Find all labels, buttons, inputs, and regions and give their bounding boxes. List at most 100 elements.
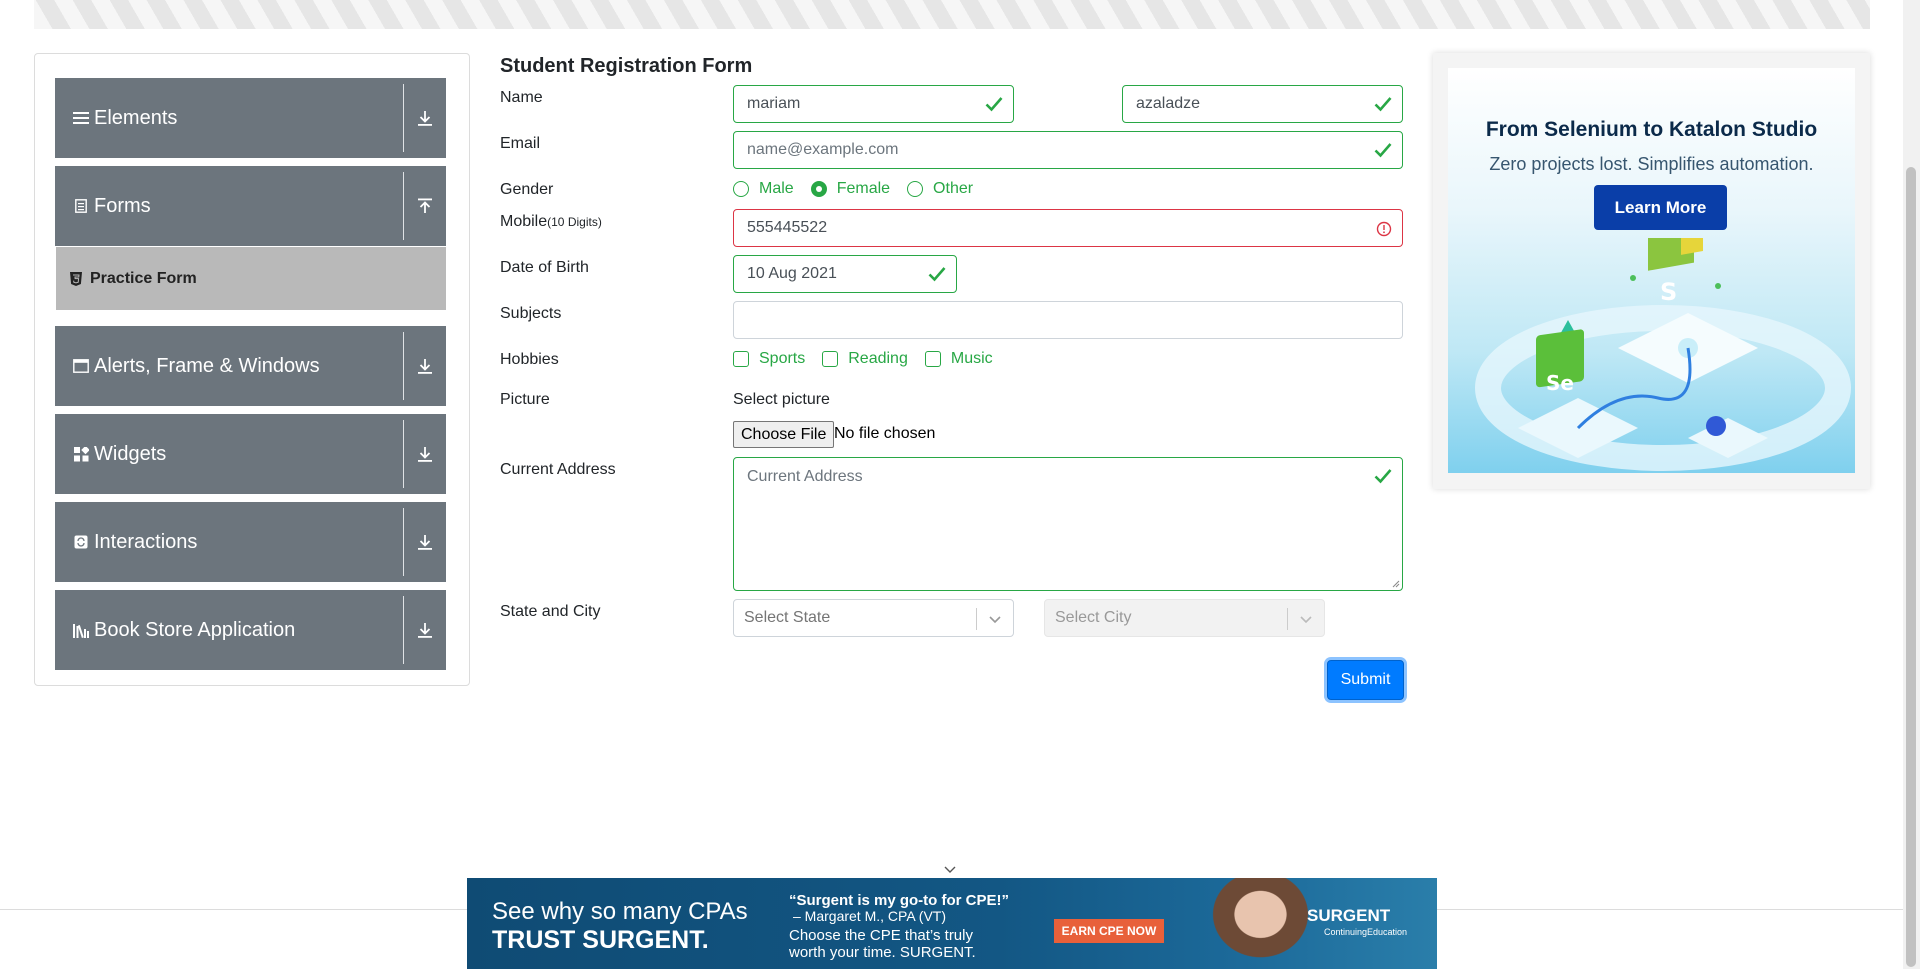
valid-check-icon bbox=[928, 267, 946, 282]
first-name-value: mariam bbox=[747, 95, 801, 112]
gender-option-female[interactable]: Female bbox=[810, 180, 890, 198]
first-name-input[interactable]: mariam bbox=[733, 85, 1014, 123]
ad-line-1: See why so many CPAs bbox=[492, 898, 748, 925]
selenium-badge-se: Se bbox=[1546, 371, 1574, 395]
chevron-down-icon[interactable] bbox=[1298, 611, 1314, 627]
hobby-reading[interactable]: Reading bbox=[822, 350, 908, 368]
email-label: Email bbox=[500, 135, 541, 152]
divider bbox=[1287, 608, 1288, 630]
download-arrow-icon[interactable] bbox=[413, 530, 437, 554]
gender-option-other[interactable]: Other bbox=[907, 180, 973, 198]
address-placeholder: Current Address bbox=[747, 468, 863, 485]
katalon-badge-s: S bbox=[1660, 278, 1677, 306]
choose-file-button[interactable]: Choose File bbox=[733, 421, 835, 448]
submit-button[interactable]: Submit bbox=[1327, 660, 1404, 700]
ad-line-2: TRUST SURGENT. bbox=[492, 926, 709, 954]
sidebar-group-widgets[interactable]: Widgets bbox=[55, 414, 446, 494]
subjects-label: Subjects bbox=[500, 305, 562, 322]
valid-check-icon bbox=[985, 97, 1003, 112]
checkbox-label: Music bbox=[950, 350, 993, 367]
sidebar-item-practice-form[interactable]: Practice Form bbox=[56, 247, 446, 310]
gender-radio-group: Male Female Other bbox=[733, 180, 990, 198]
ad-illustration: S Se bbox=[1475, 238, 1851, 471]
checkbox-label: Reading bbox=[848, 350, 908, 367]
divider bbox=[403, 172, 404, 240]
divider bbox=[403, 508, 404, 576]
menu-lines-icon bbox=[72, 109, 90, 127]
sidebar-group-elements[interactable]: Elements bbox=[55, 78, 446, 158]
download-arrow-icon[interactable] bbox=[413, 354, 437, 378]
hobby-music[interactable]: Music bbox=[924, 350, 993, 368]
state-city-label: State and City bbox=[500, 603, 601, 620]
earn-cpe-button[interactable]: EARN CPE NOW bbox=[1054, 919, 1164, 943]
mobile-input[interactable]: 555445522 bbox=[733, 209, 1403, 247]
sidebar-group-label: Forms bbox=[94, 194, 151, 217]
ad-portrait-image bbox=[1200, 878, 1310, 969]
picture-label: Picture bbox=[500, 391, 550, 408]
email-input[interactable]: name@example.com bbox=[733, 131, 1403, 169]
divider bbox=[403, 332, 404, 400]
last-name-value: azaladze bbox=[1136, 95, 1201, 112]
checkbox-label: Sports bbox=[759, 350, 806, 367]
chevron-down-icon[interactable] bbox=[942, 862, 958, 878]
valid-check-icon bbox=[1374, 97, 1392, 112]
katalon-ad[interactable]: From Selenium to Katalon Studio Zero pro… bbox=[1433, 53, 1870, 489]
upload-arrow-icon[interactable] bbox=[413, 194, 437, 218]
sidebar-group-label: Interactions bbox=[94, 530, 198, 553]
divider bbox=[976, 608, 977, 630]
page: Elements Forms Practice Form Alerts, Fra… bbox=[0, 0, 1920, 969]
download-arrow-icon[interactable] bbox=[413, 618, 437, 642]
ad-quote: “Surgent is my go-to for CPE!” bbox=[789, 892, 1010, 909]
sidebar-group-alerts[interactable]: Alerts, Frame & Windows bbox=[55, 326, 446, 406]
chevron-down-icon[interactable] bbox=[987, 611, 1003, 627]
sidebar-group-label: Elements bbox=[94, 106, 178, 129]
surgent-logo: SURGENT bbox=[1307, 906, 1391, 925]
hobbies-label: Hobbies bbox=[500, 351, 559, 368]
current-address-textarea[interactable]: Current Address bbox=[733, 457, 1403, 591]
sidebar-group-book-store[interactable]: Book Store Application bbox=[55, 590, 446, 670]
ad-content: From Selenium to Katalon Studio Zero pro… bbox=[1448, 68, 1855, 473]
radio-button[interactable] bbox=[733, 181, 749, 197]
valid-check-icon bbox=[1374, 469, 1392, 484]
learn-more-button[interactable]: Learn More bbox=[1594, 185, 1727, 230]
ad-headline: From Selenium to Katalon Studio bbox=[1485, 118, 1818, 141]
resize-grip-icon[interactable] bbox=[1392, 580, 1400, 588]
sidebar-group-interactions[interactable]: Interactions bbox=[55, 502, 446, 582]
html5-icon bbox=[70, 271, 82, 286]
state-placeholder: Select State bbox=[744, 609, 831, 626]
surgent-ad-banner[interactable]: See why so many CPAs TRUST SURGENT. “Sur… bbox=[467, 878, 1437, 969]
books-icon bbox=[72, 621, 90, 639]
dob-label: Date of Birth bbox=[500, 259, 589, 276]
gender-option-male[interactable]: Male bbox=[733, 180, 794, 198]
valid-check-icon bbox=[1374, 143, 1392, 158]
download-arrow-icon[interactable] bbox=[413, 442, 437, 466]
checkbox[interactable] bbox=[733, 351, 749, 367]
dob-input[interactable]: 10 Aug 2021 bbox=[733, 255, 957, 293]
checkbox[interactable] bbox=[924, 351, 941, 367]
widgets-grid-icon bbox=[72, 445, 90, 463]
surgent-logo-sub: ContinuingEducation bbox=[1324, 927, 1408, 937]
checkbox[interactable] bbox=[822, 351, 839, 367]
sidebar-group-forms[interactable]: Forms bbox=[55, 166, 446, 246]
hobby-sports[interactable]: Sports bbox=[733, 350, 805, 368]
ad-subline: Zero projects lost. Simplifies automatio… bbox=[1489, 154, 1814, 174]
state-select[interactable]: Select State bbox=[733, 599, 1014, 637]
city-placeholder: Select City bbox=[1055, 609, 1132, 626]
mobile-label: Mobile(10 Digits) bbox=[500, 213, 602, 231]
mobile-hint: (10 Digits) bbox=[547, 215, 602, 229]
window-icon bbox=[72, 357, 90, 375]
ad-body-2: worth your time. SURGENT. bbox=[789, 944, 976, 961]
download-arrow-icon[interactable] bbox=[413, 106, 437, 130]
scrollbar-thumb[interactable] bbox=[1906, 167, 1916, 967]
sidebar: Elements Forms Practice Form Alerts, Fra… bbox=[34, 53, 470, 686]
last-name-input[interactable]: azaladze bbox=[1122, 85, 1403, 123]
city-select[interactable]: Select City bbox=[1044, 599, 1325, 637]
name-label: Name bbox=[500, 89, 543, 106]
hobbies-checkbox-group: Sports Reading Music bbox=[733, 350, 1010, 368]
subjects-input[interactable] bbox=[733, 301, 1403, 339]
radio-button-selected[interactable] bbox=[810, 181, 827, 197]
mobile-value: 555445522 bbox=[747, 219, 828, 236]
radio-label: Other bbox=[933, 180, 974, 197]
radio-button[interactable] bbox=[907, 181, 924, 197]
top-banner-strip bbox=[34, 0, 1870, 29]
